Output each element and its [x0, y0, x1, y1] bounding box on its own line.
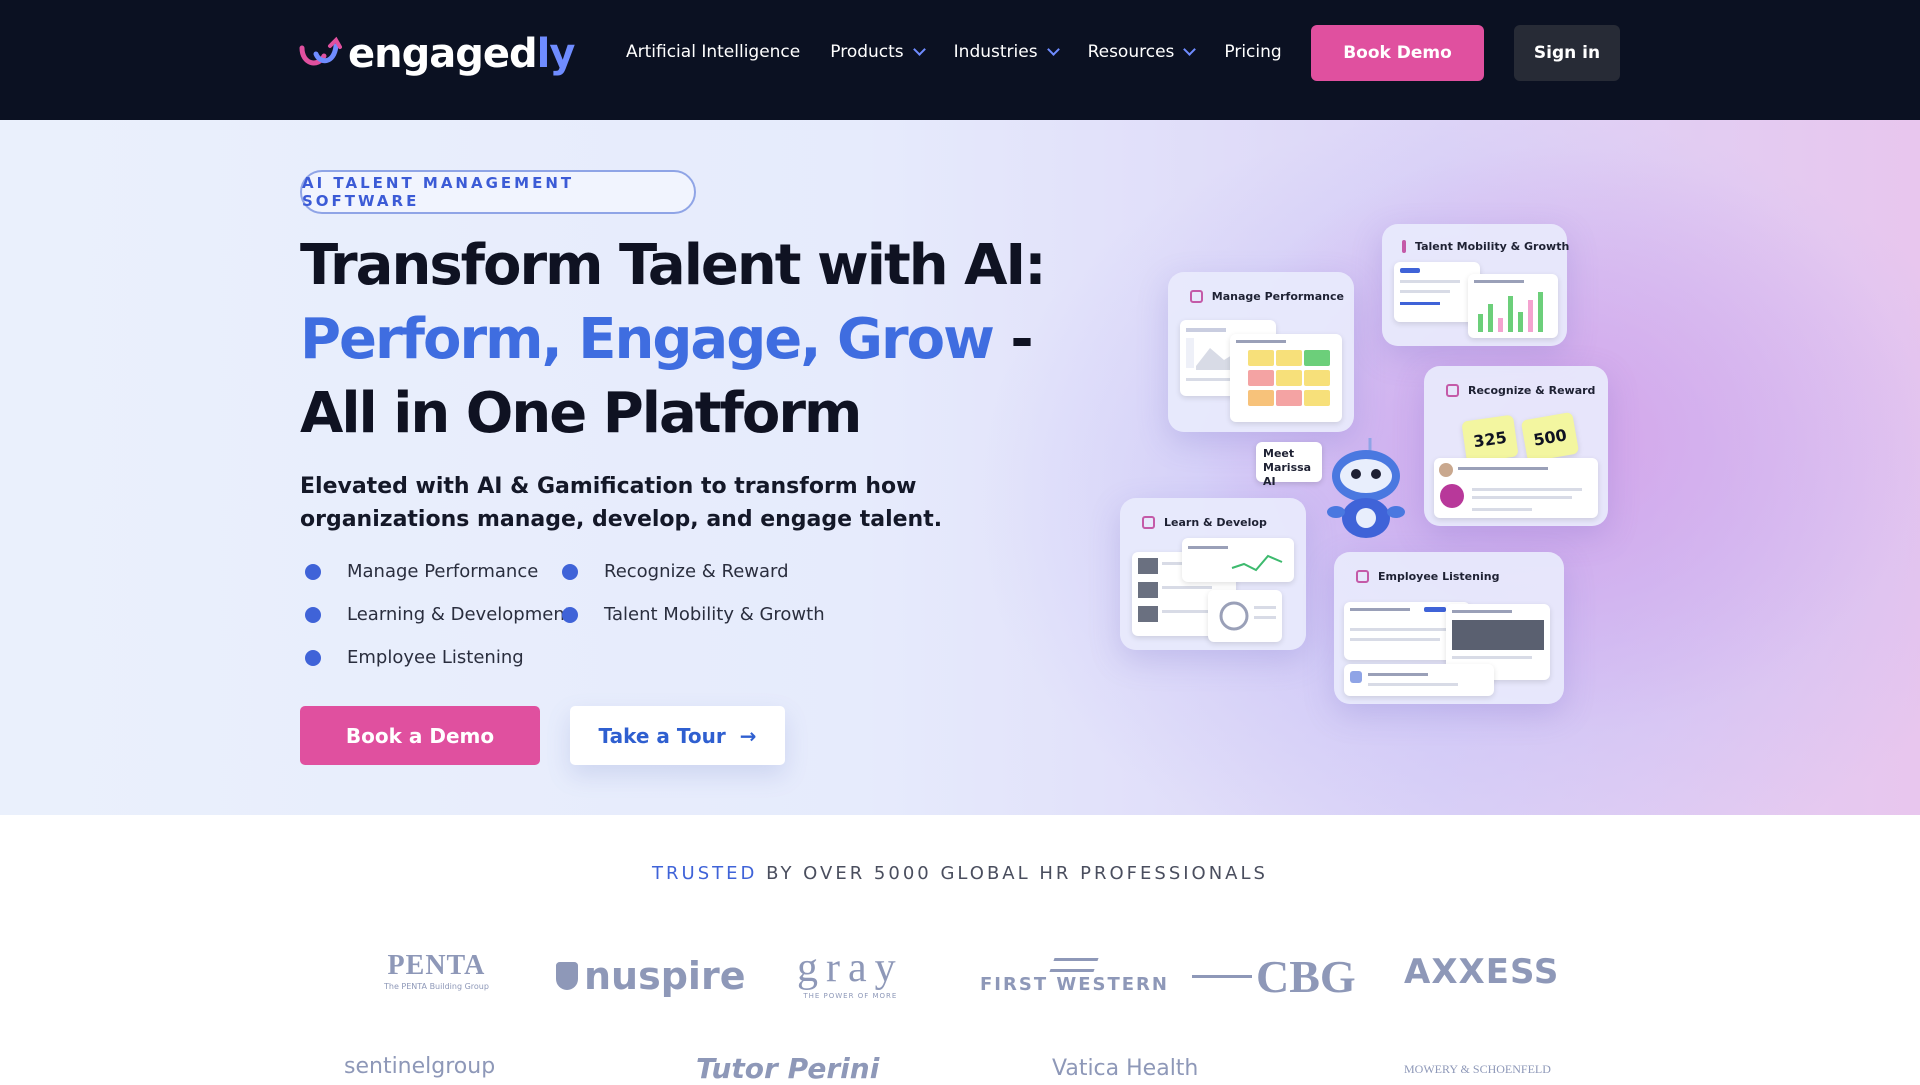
- card-employee-listening: Employee Listening: [1334, 552, 1564, 704]
- engagedly-logo-mark-icon: [299, 36, 342, 66]
- logo-vatica-health: Vatica Health: [1052, 1056, 1199, 1081]
- logo-mowery-schoenfeld: MOWERY & SCHOENFELD: [1404, 1062, 1551, 1076]
- chevron-down-icon: [1046, 43, 1060, 56]
- chat-message-panel: [1344, 664, 1494, 696]
- hero-subheadline: Elevated with AI & Gamification to trans…: [300, 474, 943, 532]
- feature-item-manage-performance: Manage Performance: [300, 561, 538, 582]
- logo-penta: PENTA The PENTA Building Group: [384, 950, 489, 991]
- book-a-demo-button[interactable]: Book a Demo: [300, 706, 540, 765]
- main-menu: Artificial Intelligence Products Industr…: [626, 42, 1312, 62]
- category-badge: AI TALENT MANAGEMENT SOFTWARE: [300, 170, 696, 214]
- bullet-dot-icon: [562, 606, 578, 623]
- chart-icon: [1190, 290, 1203, 303]
- card-recognize-reward: Recognize & Reward 325 500: [1424, 366, 1608, 526]
- nav-item-industries[interactable]: Industries: [954, 42, 1060, 62]
- mobility-chart-panel: [1468, 274, 1558, 338]
- headline-line-3: All in One Platform: [300, 381, 862, 446]
- logo-wordmark: engagedly: [348, 31, 575, 77]
- card-manage-performance: Manage Performance: [1168, 272, 1354, 432]
- bullet-dot-icon: [305, 563, 321, 580]
- total-earned-ticket: 500: [1520, 411, 1580, 463]
- bullet-dot-icon: [305, 606, 321, 623]
- nav-item-pricing[interactable]: Pricing: [1224, 42, 1281, 62]
- bullet-dot-icon: [562, 563, 578, 580]
- first-western-wings-icon: [1049, 958, 1100, 972]
- recognition-post-panel: [1434, 458, 1598, 518]
- arrow-right-icon: →: [739, 723, 757, 748]
- bullet-dot-icon: [305, 649, 321, 666]
- leadership-grid-panel: [1230, 334, 1342, 422]
- logo-sentinelgroup: sentinelgroup: [344, 1054, 496, 1079]
- logo-tutor-perini: Tutor Perini: [696, 1052, 880, 1085]
- book-demo-button[interactable]: Book Demo: [1311, 25, 1484, 81]
- logo-gray: gray THE POWER OF MORE: [797, 945, 904, 1000]
- take-a-tour-button[interactable]: Take a Tour →: [570, 706, 785, 765]
- logo-first-western: FIRST WESTERN: [980, 958, 1169, 995]
- graduation-cap-icon: [1142, 516, 1155, 529]
- learning-stats-panel: [1182, 538, 1294, 582]
- marissa-ai-bubble: Meet Marissa AI: [1256, 442, 1322, 488]
- sign-in-button[interactable]: Sign in: [1514, 25, 1620, 81]
- points-earned-ticket: 325: [1461, 414, 1519, 464]
- chevron-down-icon: [1183, 43, 1197, 56]
- card-learn-develop: Learn & Develop: [1120, 498, 1306, 650]
- nav-item-artificial-intelligence[interactable]: Artificial Intelligence: [626, 42, 800, 62]
- feature-item-recognize-reward: Recognize & Reward: [557, 561, 789, 582]
- nav-item-products[interactable]: Products: [830, 42, 926, 62]
- feature-item-learning-development: Learning & Development: [300, 604, 572, 625]
- top-navbar: engagedly Artificial Intelligence Produc…: [0, 0, 1920, 120]
- trophy-icon: [1446, 384, 1459, 397]
- headline-line-2: Perform, Engage, Grow -: [300, 307, 1034, 372]
- nuspire-shield-icon: [556, 962, 578, 990]
- card-talent-mobility: Talent Mobility & Growth: [1382, 224, 1569, 346]
- nav-item-resources[interactable]: Resources: [1088, 42, 1197, 62]
- logo-nuspire: nuspire: [556, 954, 745, 998]
- cbg-line-mark: [1192, 975, 1252, 978]
- headline-line-1: Transform Talent with AI:: [300, 233, 1047, 298]
- logo-cbg: CBG: [1192, 950, 1356, 1003]
- trend-icon: [1402, 240, 1406, 253]
- engagedly-logo[interactable]: engagedly: [298, 28, 575, 80]
- feature-item-talent-mobility: Talent Mobility & Growth: [557, 604, 825, 625]
- chevron-down-icon: [912, 43, 926, 56]
- listening-icon: [1356, 570, 1369, 583]
- feature-item-employee-listening: Employee Listening: [300, 647, 524, 668]
- logo-axxess: AXXESS: [1404, 952, 1560, 992]
- progress-ring-panel: [1208, 590, 1282, 642]
- hero-section: AI TALENT MANAGEMENT SOFTWARE Transform …: [0, 120, 1920, 815]
- headline-highlight: Perform, Engage, Grow: [300, 307, 995, 372]
- trusted-by-heading: TRUSTED BY OVER 5000 GLOBAL HR PROFESSIO…: [652, 863, 1268, 884]
- robot-mascot-icon: [1327, 438, 1405, 538]
